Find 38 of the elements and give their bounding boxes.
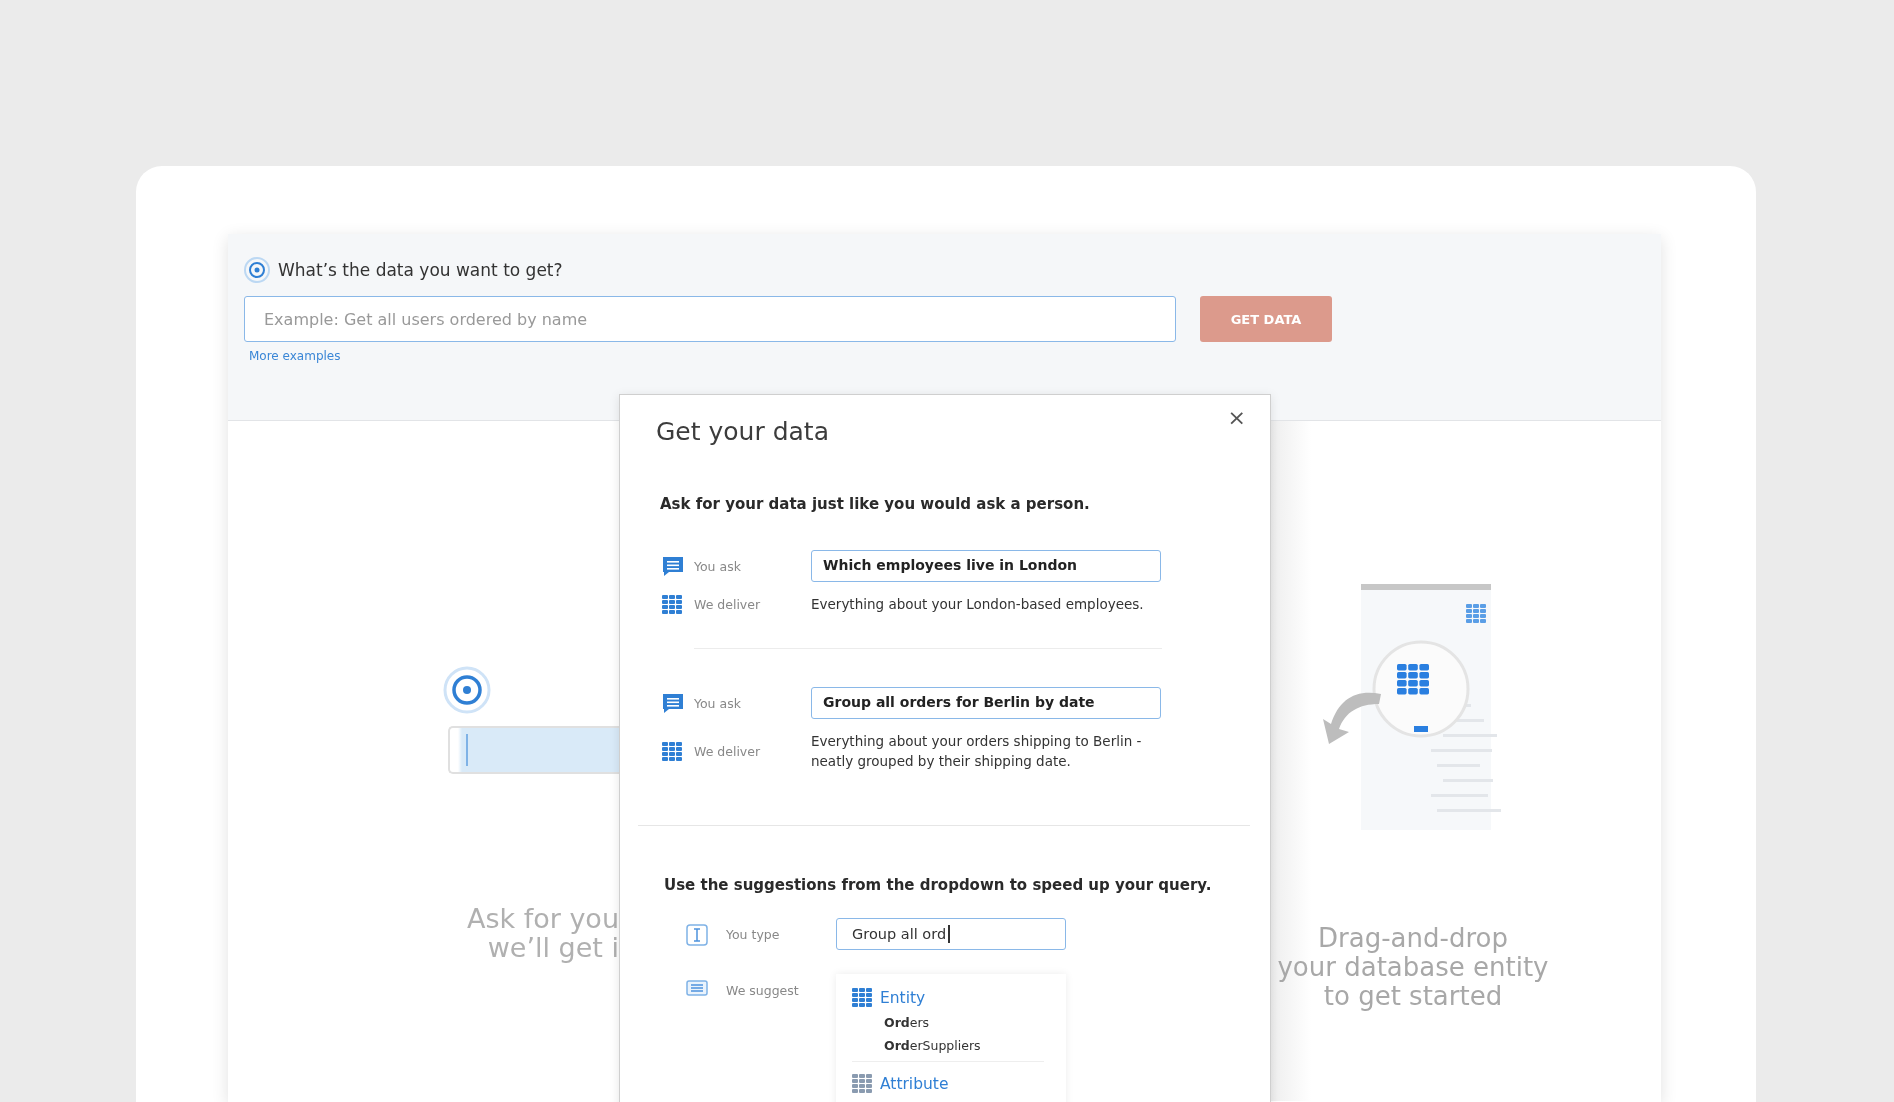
intro-text: Ask for your data just like you would ask a person. [660, 495, 1091, 513]
suggestion-item[interactable]: OrderSuppliers [884, 1038, 1044, 1053]
target-icon [244, 257, 270, 283]
close-button[interactable]: × [1223, 405, 1250, 430]
table-icon [852, 1074, 872, 1093]
deliver-label: We deliver [694, 596, 762, 612]
text-cursor [948, 925, 950, 943]
caption-line: Ask for you [465, 904, 619, 933]
chat-icon [662, 692, 684, 714]
group-title: Entity [880, 988, 926, 1007]
text-cursor-icon [686, 924, 708, 946]
tip-text: Use the suggestions from the dropdown to speed up your query. [664, 876, 1213, 894]
caption-line: to get started [1323, 982, 1503, 1011]
suggestion-item[interactable]: Orders [884, 1015, 1044, 1030]
query-example-field: Which employees live in London [811, 550, 1161, 582]
dialog-title: Get your data [656, 417, 829, 446]
ask-label: You ask [694, 695, 742, 711]
group-title: Attribute [880, 1074, 949, 1093]
chat-icon [662, 555, 684, 577]
caption-line: Drag-and-drop [1317, 924, 1509, 953]
query-example-field: Group all orders for Berlin by date [811, 687, 1161, 719]
query-field[interactable]: Group all ord [836, 918, 1066, 950]
result-description: Everything about your orders shipping to Berlin - neatly grouped by their shipping date. [811, 732, 1143, 771]
deliver-label: We deliver [694, 743, 762, 759]
caption-line: we’ll get i [486, 933, 619, 962]
suggest-label: We suggest [726, 983, 800, 998]
table-icon [662, 594, 682, 614]
ask-label: You ask [694, 558, 742, 574]
table-icon [852, 988, 872, 1007]
query-field[interactable]: Example: Get all users ordered by name [244, 296, 1176, 342]
table-icon [662, 741, 682, 761]
target-icon [443, 666, 491, 714]
question-label: What’s the data you want to get? [278, 260, 563, 280]
caption-line: your database entity [1276, 953, 1550, 982]
result-description: Everything about your London-based employees. [811, 595, 1145, 614]
list-icon [686, 980, 708, 996]
more-examples-link[interactable]: More examples [249, 349, 341, 363]
type-label: You type [726, 927, 781, 942]
